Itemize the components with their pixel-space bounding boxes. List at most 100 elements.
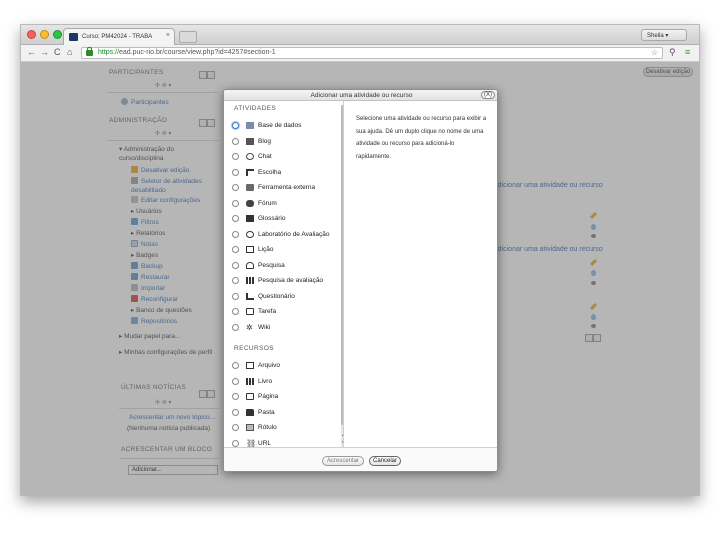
address-bar[interactable]: https://ead.puc-rio.br/course/view.php?i… (81, 47, 663, 59)
radio-button[interactable] (232, 323, 239, 331)
radio-button[interactable] (232, 393, 239, 400)
quiz-icon (246, 292, 254, 300)
scrollbar-thumb[interactable] (341, 105, 343, 425)
option-database[interactable]: Base de dados (232, 120, 340, 133)
back-icon[interactable]: ← (27, 47, 36, 57)
book-icon (246, 377, 254, 385)
radio-button[interactable] (232, 122, 239, 129)
options-scrollbar[interactable] (341, 105, 343, 447)
activity-chooser-dialog: Adicionar uma atividade ou recurso (X) A… (223, 89, 498, 472)
help-description: Selecione uma atividade ou recurso para … (356, 116, 487, 160)
url-scheme: https:// (98, 49, 120, 56)
radio-button[interactable] (232, 153, 239, 160)
file-icon (246, 362, 254, 369)
search-icon[interactable]: ⚲ (669, 47, 676, 58)
zoom-window-button[interactable] (53, 30, 62, 39)
cancel-button[interactable]: Cancelar (369, 456, 401, 466)
glossary-icon (246, 215, 254, 222)
radio-button[interactable] (232, 377, 239, 385)
tab-title: Curso: PM42024 - TRABA (82, 34, 153, 40)
dialog-footer: Acrescentar Cancelar (224, 447, 497, 471)
option-lesson[interactable]: Lição (232, 244, 340, 257)
scroll-up-icon[interactable]: ▲ (341, 432, 343, 438)
resources-group-label: RECURSOS (234, 345, 275, 352)
folder-icon (246, 408, 254, 416)
page-icon (246, 393, 254, 400)
options-panel: ATIVIDADES Base de dados Blog Chat Escol… (224, 101, 344, 447)
option-file[interactable]: Arquivo (232, 360, 340, 373)
url-path: ead.puc-rio.br/course/view.php?id=4257#s… (119, 49, 276, 56)
assignment-icon (246, 308, 254, 315)
profile-name: Sheila (647, 33, 664, 39)
radio-button[interactable] (232, 246, 239, 253)
option-folder[interactable]: Pasta (232, 407, 340, 420)
choice-icon (246, 168, 254, 176)
radio-button[interactable] (232, 230, 239, 238)
browser-toolbar: ← → C ⌂ https://ead.puc-rio.br/course/vi… (21, 45, 699, 62)
option-assignment[interactable]: Tarefa (232, 306, 340, 319)
bar-chart-icon (246, 277, 254, 284)
radio-button[interactable] (232, 199, 239, 207)
chevron-down-icon: ▾ (665, 33, 669, 39)
lock-icon (86, 47, 93, 56)
survey-icon (246, 261, 254, 269)
forum-icon (246, 199, 254, 207)
dialog-title: Adicionar uma atividade ou recurso (X) (224, 90, 497, 101)
option-external-tool[interactable]: Ferramenta externa (232, 182, 340, 195)
option-glossary[interactable]: Glossário (232, 213, 340, 226)
tab-close-icon[interactable]: × (166, 32, 170, 39)
activities-group-label: ATIVIDADES (234, 105, 277, 112)
option-survey[interactable]: Pesquisa (232, 260, 340, 273)
option-label[interactable]: Rótulo (232, 422, 340, 435)
reload-icon[interactable]: C (54, 47, 61, 57)
close-window-button[interactable] (27, 30, 36, 39)
add-button[interactable]: Acrescentar (322, 456, 364, 466)
menu-icon[interactable]: ≡ (685, 47, 690, 57)
radio-button[interactable] (232, 184, 239, 191)
option-wiki[interactable]: ✲ Wiki (232, 322, 340, 335)
new-tab-button[interactable] (179, 31, 197, 43)
bookmark-star-icon[interactable]: ☆ (651, 48, 658, 57)
browser-tab[interactable]: Curso: PM42024 - TRABA × (63, 28, 175, 45)
link-icon: ⛓ (246, 438, 257, 447)
puzzle-icon (246, 184, 254, 191)
option-quiz[interactable]: Questionário (232, 291, 340, 304)
option-choice[interactable]: Escolha (232, 167, 340, 180)
close-dialog-button[interactable]: (X) (481, 91, 495, 99)
window-controls (27, 30, 62, 39)
browser-window: Curso: PM42024 - TRABA × Sheila ▾ ← → C … (20, 24, 700, 496)
radio-button[interactable] (232, 277, 239, 284)
option-book[interactable]: Livro (232, 376, 340, 389)
option-url[interactable]: ⛓ URL (232, 438, 340, 447)
blog-icon (246, 137, 254, 145)
radio-button[interactable] (232, 292, 239, 300)
option-feedback[interactable]: Pesquisa de avaliação (232, 275, 340, 288)
radio-button[interactable] (232, 424, 239, 431)
chat-icon (246, 153, 254, 160)
radio-button[interactable] (232, 439, 239, 447)
minimize-window-button[interactable] (40, 30, 49, 39)
label-icon (246, 424, 254, 431)
radio-button[interactable] (232, 408, 239, 416)
profile-button[interactable]: Sheila ▾ (641, 29, 687, 41)
forward-icon[interactable]: → (40, 47, 49, 57)
option-forum[interactable]: Fórum (232, 198, 340, 211)
radio-button[interactable] (232, 168, 239, 176)
database-icon (246, 122, 254, 129)
scroll-down-icon[interactable]: ▼ (341, 440, 343, 446)
radio-button[interactable] (232, 261, 239, 269)
radio-button[interactable] (232, 137, 239, 145)
site-favicon-icon (69, 33, 78, 41)
wiki-icon: ✲ (246, 322, 253, 332)
option-chat[interactable]: Chat (232, 151, 340, 164)
workshop-icon (246, 230, 254, 238)
option-page[interactable]: Página (232, 391, 340, 404)
home-icon[interactable]: ⌂ (67, 47, 72, 57)
option-workshop[interactable]: Laboratório de Avaliação (232, 229, 340, 242)
option-blog[interactable]: Blog (232, 136, 340, 149)
radio-button[interactable] (232, 215, 239, 222)
radio-button[interactable] (232, 362, 239, 369)
radio-button[interactable] (232, 308, 239, 315)
title-bar: Curso: PM42024 - TRABA × Sheila ▾ (21, 25, 699, 45)
lesson-icon (246, 246, 254, 253)
